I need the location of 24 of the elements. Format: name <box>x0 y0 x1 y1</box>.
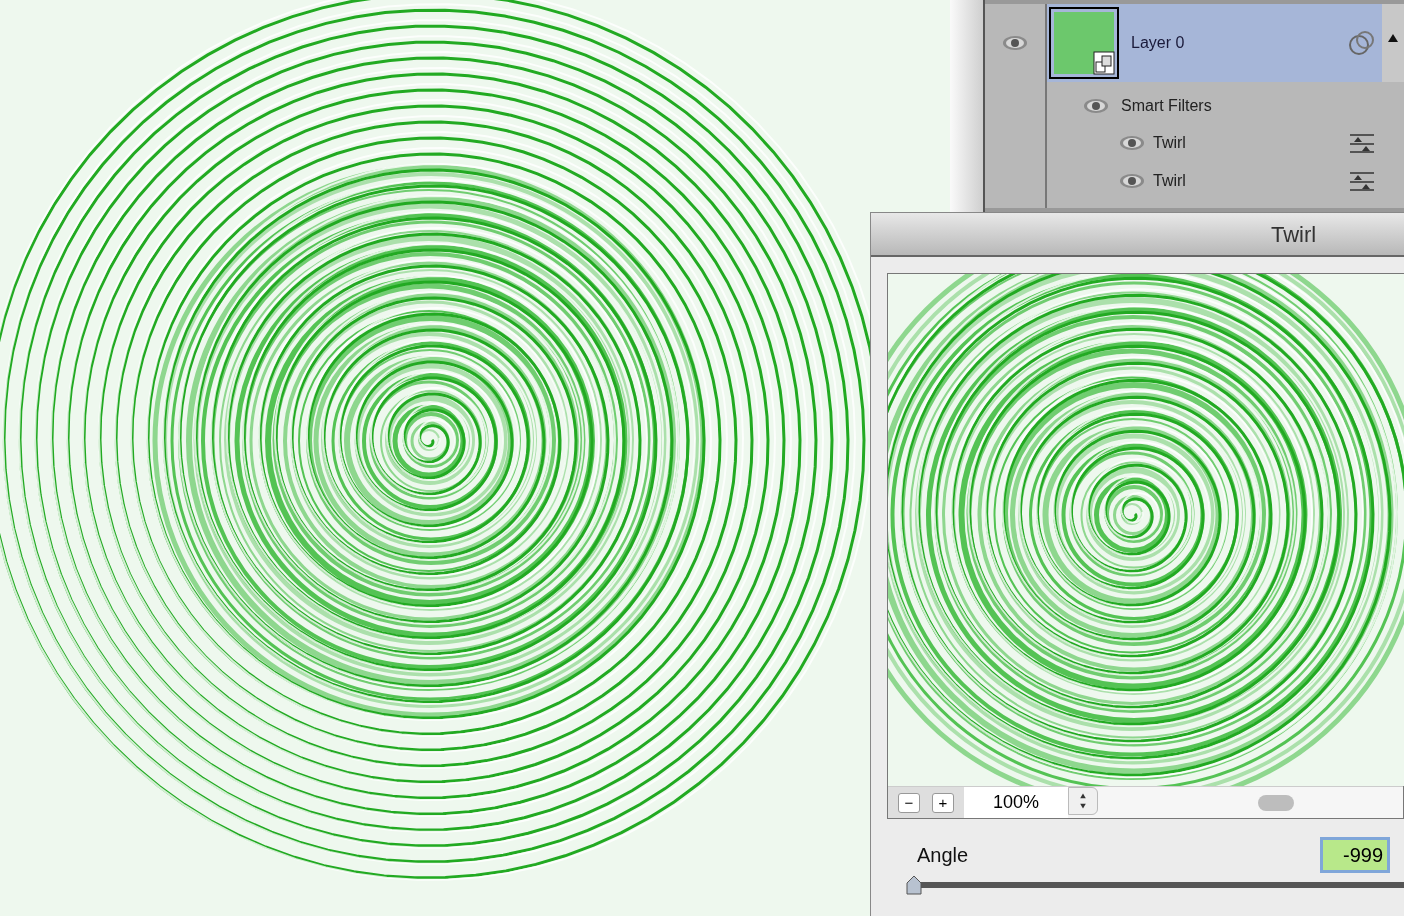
zoom-in-button[interactable]: + <box>932 792 954 813</box>
smart-filter-badge-icon <box>1348 30 1376 56</box>
scroll-thumb[interactable] <box>1257 794 1294 811</box>
zoom-out-button[interactable]: − <box>898 792 920 813</box>
eye-icon[interactable] <box>1002 35 1028 51</box>
scrollbar[interactable] <box>1382 4 1404 82</box>
eye-icon[interactable] <box>1119 135 1145 151</box>
angle-slider[interactable] <box>907 875 1404 895</box>
filter-options-icon[interactable] <box>1350 133 1374 153</box>
eye-icon[interactable] <box>1119 173 1145 189</box>
dialog-title: Twirl <box>1271 220 1317 249</box>
smart-filters-label: Smart Filters <box>1121 96 1212 116</box>
angle-slider-thumb[interactable] <box>906 875 922 895</box>
layer-row[interactable]: Layer 0 <box>985 4 1404 82</box>
filter-options-icon[interactable] <box>1350 171 1374 191</box>
eye-icon[interactable] <box>1083 98 1109 114</box>
filter-name: Twirl <box>1153 171 1186 191</box>
angle-field[interactable]: -999 <box>1320 837 1390 873</box>
layer-name: Layer 0 <box>1131 33 1185 53</box>
smart-object-icon <box>1093 51 1115 75</box>
stepper-icon[interactable] <box>1068 787 1098 815</box>
angle-label: Angle <box>917 843 969 868</box>
filter-name: Twirl <box>1153 133 1186 153</box>
scroll-up-icon[interactable] <box>1388 34 1398 42</box>
